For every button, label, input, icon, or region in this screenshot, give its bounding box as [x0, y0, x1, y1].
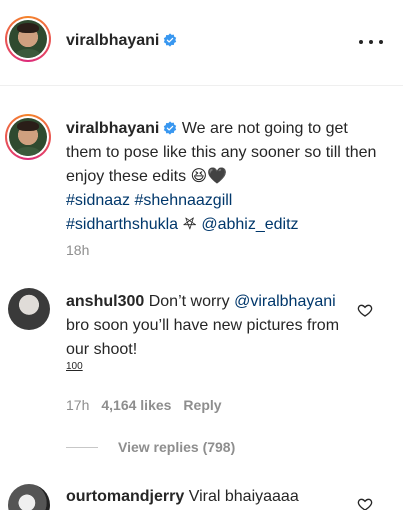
hashtag-link[interactable]: #sidnaaz [66, 192, 130, 209]
view-replies-button[interactable]: View replies (798) [66, 439, 235, 455]
comment-body-prefix: Don’t worry [148, 293, 235, 310]
comment-likes[interactable]: 4,164 likes [101, 397, 171, 413]
caption-timestamp[interactable]: 18h [66, 242, 89, 258]
more-options-icon[interactable] [359, 32, 383, 52]
caption-username[interactable]: viralbhayani [66, 120, 159, 137]
verified-icon [164, 121, 177, 135]
comment-timestamp[interactable]: 17h [66, 397, 89, 413]
hashtag-link[interactable]: #shehnaazgill [135, 192, 233, 209]
avatar-image [9, 20, 47, 58]
header-username[interactable]: viralbhayani [66, 32, 177, 50]
comment-username[interactable]: ourtomandjerry [66, 488, 184, 505]
mention-link[interactable]: @abhiz_editz [201, 216, 298, 233]
comment-text: anshul300 Don’t worry @viralbhayani bro … [66, 290, 356, 362]
caption-text: viralbhayani We are not going to get the… [66, 117, 386, 237]
comment-avatar[interactable] [8, 288, 50, 330]
view-replies-label[interactable]: View replies (798) [118, 439, 235, 455]
comment-meta: 17h 4,164 likes Reply [66, 397, 222, 413]
replies-line [66, 446, 98, 448]
comment-text: ourtomandjerry Viral bhaiyaaaa [66, 485, 356, 509]
hundred-emoji: 100 [66, 361, 83, 372]
heart-icon[interactable] [357, 302, 373, 318]
hashtag-link[interactable]: #sidharthshukla [66, 216, 178, 233]
mention-link[interactable]: @viralbhayani [234, 293, 336, 310]
comment-body-suffix: bro soon you’ll have new pictures from o… [66, 317, 340, 358]
reply-button[interactable]: Reply [183, 397, 221, 413]
comment-avatar[interactable] [8, 484, 50, 510]
comment-body: Viral bhaiyaaaa [188, 488, 299, 505]
header-avatar[interactable] [5, 16, 51, 62]
heart-icon[interactable] [357, 496, 373, 510]
header-username-text[interactable]: viralbhayani [66, 32, 159, 49]
avatar-image [9, 118, 47, 156]
symbol-glyph: 𖤐 [182, 216, 197, 233]
verified-icon [164, 33, 177, 47]
caption-avatar[interactable] [5, 114, 51, 160]
comment-username[interactable]: anshul300 [66, 293, 144, 310]
post-header: viralbhayani [0, 0, 403, 86]
